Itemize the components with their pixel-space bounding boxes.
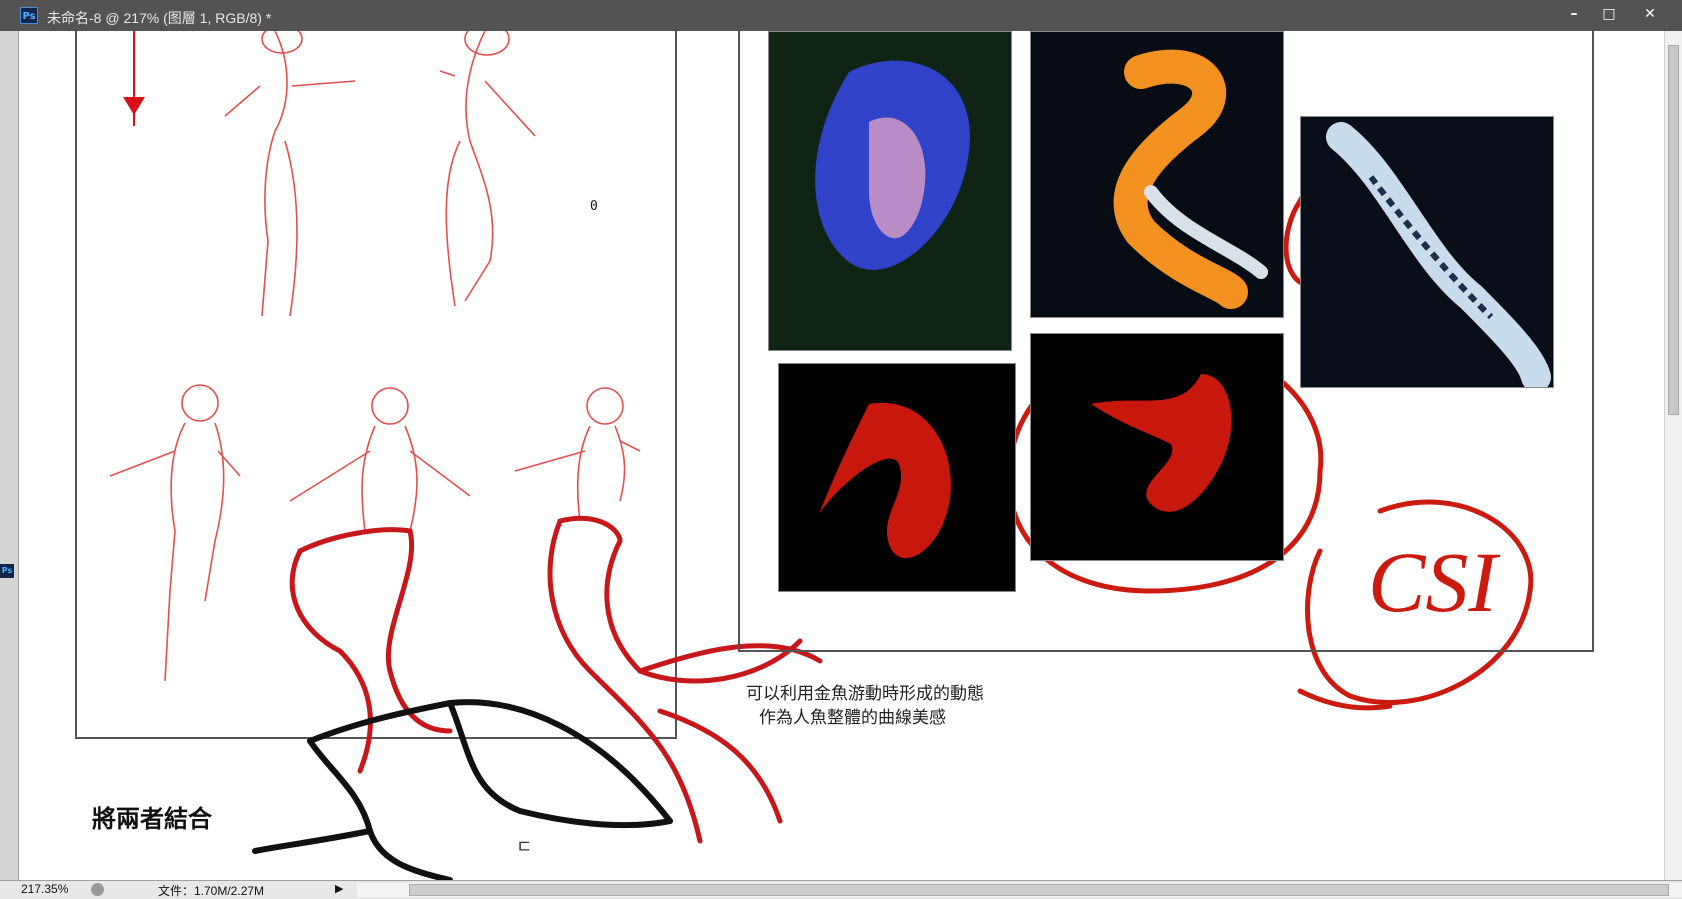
- minimize-button[interactable]: –: [1554, 2, 1594, 26]
- stray-mark: ㄷ: [516, 837, 533, 857]
- figure-sketches: [109, 31, 641, 682]
- document-canvas[interactable]: Ps 可以利用金魚游動時形成的動態 作為人魚整體的曲線美感 將兩者結合 0 ㄷ …: [0, 31, 1664, 880]
- document-size: 文件：1.70M/2.27M: [158, 884, 265, 898]
- photo-red-betta-1: [778, 363, 1016, 592]
- vertical-scrollbar[interactable]: [1664, 31, 1682, 880]
- caption-line-1: 可以利用金魚游動時形成的動態: [746, 684, 984, 703]
- fish-tail-outline: [252, 699, 673, 880]
- horizontal-scrollbar[interactable]: [357, 883, 1682, 897]
- zoom-icon[interactable]: [91, 883, 104, 896]
- photo-orange-koi: [1030, 31, 1284, 318]
- caption-line-2: 作為人魚整體的曲線美感: [759, 708, 946, 727]
- vertical-scroll-thumb[interactable]: [1668, 45, 1679, 415]
- maximize-button[interactable]: □: [1589, 2, 1629, 26]
- photo-red-betta-2: [1030, 333, 1284, 561]
- status-menu-arrow[interactable]: ▶: [335, 882, 343, 895]
- section-heading: 將兩者結合: [92, 806, 212, 833]
- title-bar: Ps 未命名-8 @ 217% (图層 1, RGB/8) * – □ ✕: [0, 0, 1682, 31]
- photo-blue-betta: [768, 31, 1012, 351]
- horizontal-scroll-thumb[interactable]: [409, 884, 1669, 896]
- status-bar: 217.35% 文件：1.70M/2.27M ▶: [0, 880, 1682, 899]
- zoom-level[interactable]: 217.35%: [21, 882, 68, 896]
- close-button[interactable]: ✕: [1630, 2, 1670, 26]
- photo-white-koi: [1300, 116, 1554, 388]
- down-arrow-icon: [123, 31, 145, 126]
- photoshop-app-icon: Ps: [20, 7, 38, 24]
- window-title: 未命名-8 @ 217% (图層 1, RGB/8) *: [47, 10, 272, 26]
- text-cursor: 0: [590, 199, 598, 214]
